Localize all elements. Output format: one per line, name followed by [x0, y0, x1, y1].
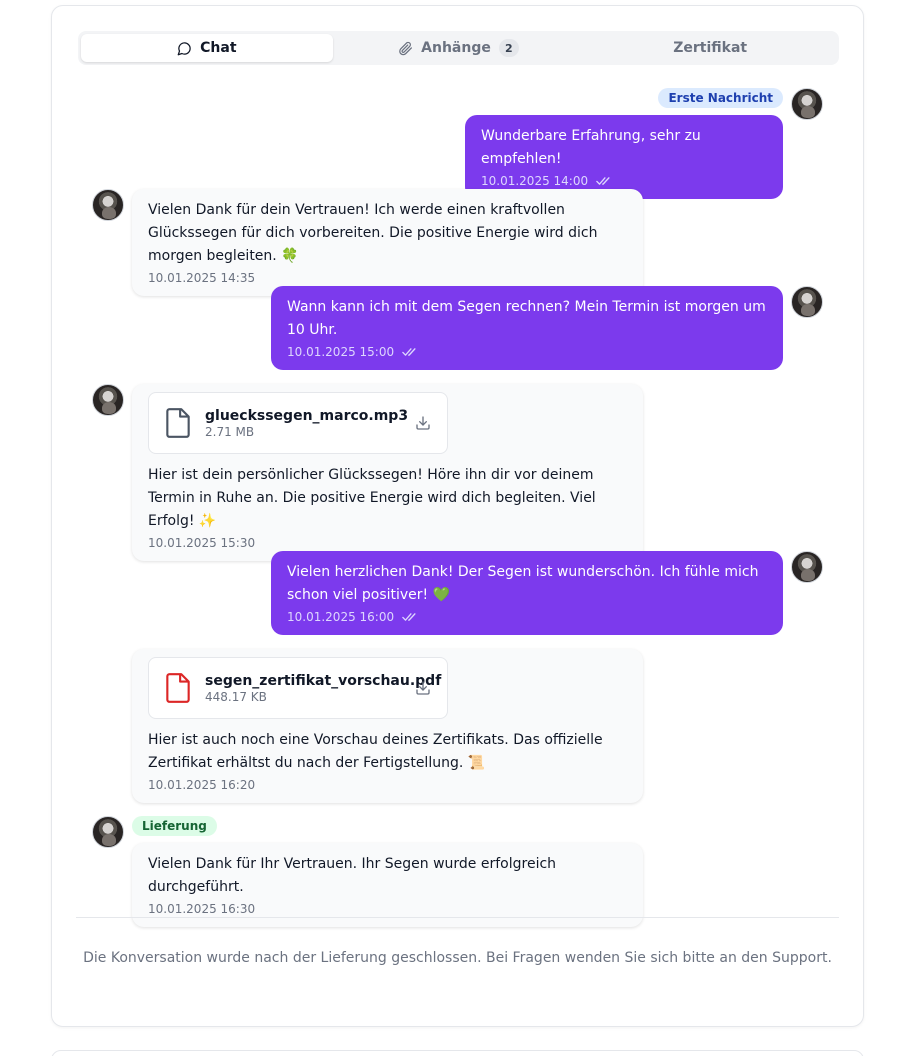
first-message-badge: Erste Nachricht	[658, 88, 783, 108]
message-time: 10.01.2025 16:00	[287, 610, 395, 624]
double-check-icon	[402, 613, 416, 621]
attachment-name: glueckssegen_marco.mp3	[205, 407, 409, 424]
attachment-name: segen_zertifikat_vorschau.pdf	[205, 672, 442, 689]
message-text: Vielen Dank für Ihr Vertrauen. Ihr Segen…	[148, 856, 557, 895]
message-incoming: segen_zertifikat_vorschau.pdf 448.17 KB …	[132, 649, 643, 803]
message-time: 10.01.2025 16:30	[148, 902, 256, 916]
message-time: 10.01.2025 14:35	[148, 271, 256, 285]
attachments-count-badge: 2	[498, 39, 519, 57]
message-text: Wunderbare Erfahrung, sehr zu empfehlen!	[481, 128, 701, 167]
message-time: 10.01.2025 15:00	[287, 345, 395, 359]
download-icon[interactable]	[415, 680, 431, 696]
message-text: Wann kann ich mit dem Segen rechnen? Mei…	[287, 299, 766, 338]
tab-chat[interactable]: Chat	[81, 34, 333, 62]
user-avatar	[791, 286, 823, 318]
attachment-card[interactable]: segen_zertifikat_vorschau.pdf 448.17 KB	[148, 657, 448, 719]
download-icon[interactable]	[415, 415, 431, 431]
pdf-file-icon	[166, 673, 190, 703]
tab-certificate[interactable]: Zertifikat	[584, 34, 836, 62]
tab-attachments[interactable]: Anhänge 2	[333, 34, 585, 62]
seller-avatar	[92, 384, 124, 416]
message-incoming: Vielen Dank für Ihr Vertrauen. Ihr Segen…	[132, 843, 643, 927]
tab-bar: Chat Anhänge 2 Zertifikat	[78, 31, 839, 65]
secondary-card	[51, 1050, 864, 1056]
user-avatar	[791, 551, 823, 583]
message-outgoing: Wann kann ich mit dem Segen rechnen? Mei…	[271, 286, 783, 370]
double-check-icon	[596, 177, 610, 185]
delivery-badge: Lieferung	[132, 816, 217, 836]
message-outgoing: Wunderbare Erfahrung, sehr zu empfehlen!…	[465, 115, 783, 199]
message-text: Vielen Dank für dein Vertrauen! Ich werd…	[148, 202, 598, 264]
message-text: Hier ist dein persönlicher Glückssegen! …	[148, 467, 596, 529]
divider	[76, 917, 839, 918]
paperclip-icon	[399, 41, 413, 55]
message-text: Vielen herzlichen Dank! Der Segen ist wu…	[287, 564, 759, 603]
tab-attachments-label: Anhänge	[421, 40, 491, 56]
message-time: 10.01.2025 16:20	[148, 778, 256, 792]
message-outgoing: Vielen herzlichen Dank! Der Segen ist wu…	[271, 551, 783, 635]
conversation-closed-note: Die Konversation wurde nach der Lieferun…	[83, 950, 832, 966]
seller-avatar	[92, 189, 124, 221]
tab-chat-label: Chat	[200, 40, 237, 56]
chat-bubble-icon	[177, 41, 191, 55]
attachment-size: 2.71 MB	[205, 424, 255, 439]
message-time: 10.01.2025 15:30	[148, 536, 256, 550]
file-icon	[166, 408, 190, 438]
attachment-card[interactable]: glueckssegen_marco.mp3 2.71 MB	[148, 392, 448, 454]
message-incoming: Vielen Dank für dein Vertrauen! Ich werd…	[132, 189, 643, 296]
seller-avatar	[92, 816, 124, 848]
user-avatar	[791, 88, 823, 120]
tab-certificate-label: Zertifikat	[673, 40, 748, 56]
message-incoming: glueckssegen_marco.mp3 2.71 MB Hier ist …	[132, 384, 643, 561]
message-text: Hier ist auch noch eine Vorschau deines …	[148, 732, 603, 771]
double-check-icon	[402, 348, 416, 356]
attachment-size: 448.17 KB	[205, 689, 267, 704]
message-time: 10.01.2025 14:00	[481, 174, 589, 188]
